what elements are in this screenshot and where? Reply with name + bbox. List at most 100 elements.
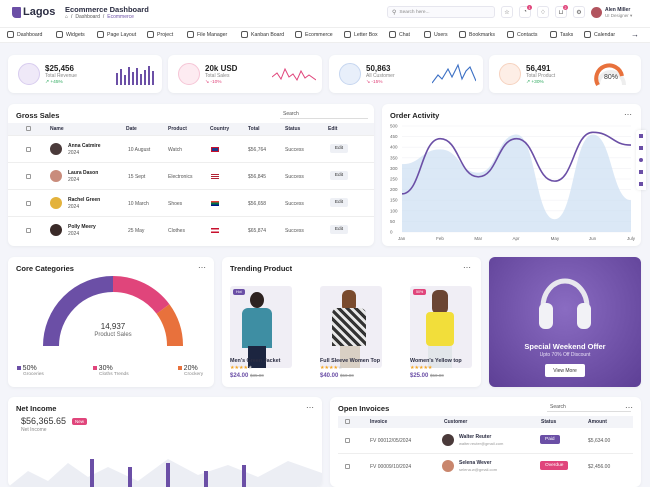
user-role[interactable]: UI Designer ▾ — [605, 13, 632, 19]
kanban-icon — [241, 31, 248, 38]
y-tick-label: 150 — [390, 198, 398, 203]
gauge-label: 80% — [604, 74, 619, 81]
rating-stars: ★★★★★ — [230, 365, 253, 371]
more-options-icon[interactable]: ⋯ — [306, 403, 314, 412]
box-icon — [499, 63, 521, 85]
folder-icon — [187, 31, 194, 38]
avatar — [50, 224, 62, 236]
row-checkbox[interactable] — [26, 147, 31, 152]
edit-button[interactable]: Edit — [330, 144, 348, 153]
y-tick-label: 400 — [390, 145, 398, 150]
x-tick-label: Jun — [589, 236, 597, 241]
net-income-value: $56,365.65 — [21, 416, 67, 426]
avatar — [50, 170, 62, 182]
grid-icon[interactable] — [639, 170, 643, 174]
product-name[interactable]: Women's Yellow top — [410, 358, 462, 364]
list-icon[interactable] — [639, 182, 643, 186]
project-icon — [147, 31, 154, 38]
invoice-search[interactable]: Search — [547, 402, 631, 412]
nav-letter-box[interactable]: Letter Box — [344, 31, 378, 38]
row-checkbox[interactable] — [26, 228, 31, 233]
legend-swatch — [178, 366, 182, 370]
edit-button[interactable]: Edit — [330, 225, 348, 234]
star-icon[interactable]: ☆ — [501, 6, 513, 18]
nav-page-layout[interactable]: Page Layout — [97, 31, 136, 38]
headphones-image — [539, 278, 591, 329]
product-image[interactable] — [230, 286, 292, 368]
more-options-icon[interactable]: ⋯ — [198, 263, 206, 272]
row-checkbox[interactable] — [26, 174, 31, 179]
rating-stars: ★★★★★ — [320, 365, 343, 371]
more-options-icon[interactable]: ⋯ — [463, 263, 471, 272]
nav-kanban[interactable]: Kanban Board — [241, 31, 284, 38]
customize-icon[interactable] — [639, 134, 643, 138]
flag-at-icon — [211, 228, 219, 233]
select-all-checkbox[interactable] — [26, 126, 31, 131]
legend-swatch — [93, 366, 97, 370]
donut-value: 14,937 — [100, 322, 126, 331]
breadcrumb-dashboard[interactable]: Dashboard — [75, 14, 99, 20]
nav-users[interactable]: Users — [424, 31, 448, 38]
y-tick-label: 100 — [390, 208, 398, 213]
layout-icon[interactable] — [639, 146, 643, 150]
gear-icon[interactable]: ⚙ — [573, 6, 585, 18]
top-bar: Lagos Ecommerce Dashboard ⌂ / Dashboard / … — [0, 0, 650, 27]
x-tick-label: July — [627, 236, 636, 241]
edit-button[interactable]: Edit — [330, 198, 348, 207]
nav-widgets[interactable]: Widgets — [56, 31, 85, 38]
y-tick-label: 250 — [390, 177, 398, 182]
rating-stars: ★★★★★ — [410, 365, 433, 371]
flag-za-icon — [211, 201, 219, 206]
home-icon[interactable]: ⌂ — [65, 14, 68, 20]
home-icon — [7, 31, 14, 38]
nav-tasks[interactable]: Tasks — [550, 31, 573, 38]
y-tick-label: 500 — [390, 124, 398, 129]
promo-subtitle: Upto 70% Off Discount — [539, 352, 591, 358]
view-more-button[interactable]: View More — [545, 364, 585, 377]
nav-ecommerce[interactable]: Ecommerce — [295, 31, 333, 38]
chat-icon — [389, 31, 396, 38]
nav-contacts[interactable]: Contacts — [507, 31, 537, 38]
y-tick-label: 350 — [390, 155, 398, 160]
net-income-label: Net Income — [21, 427, 47, 433]
table-row: Laura Dason 2024 15 Sept Electronics $56… — [8, 162, 374, 189]
select-all-checkbox[interactable] — [345, 419, 350, 424]
nav-dashboard[interactable]: Dashboard — [7, 31, 42, 38]
layout-icon — [97, 31, 104, 38]
product-image[interactable] — [320, 286, 382, 368]
row-checkbox[interactable] — [345, 464, 350, 469]
stat-card-customers: 50,863 All Customer ↘ -15% — [329, 55, 483, 93]
product-image[interactable] — [410, 286, 472, 368]
stat-card-products: 56,491 Total Product ↗ +30% 80% — [489, 55, 641, 93]
nav-chat[interactable]: Chat — [389, 31, 410, 38]
cart-icon[interactable]: ⊔ 2 — [555, 5, 568, 18]
product-badge: 50% — [413, 289, 427, 295]
stat-card-sales: 20k USD Total Sales ↘ -10% — [168, 55, 322, 93]
widget-icon — [56, 31, 63, 38]
product-name[interactable]: Full Sleeve Women Top — [320, 358, 380, 364]
row-checkbox[interactable] — [345, 438, 350, 443]
nav-bookmarks[interactable]: Bookmarks — [459, 31, 495, 38]
stat-card-revenue: $25,456 Total Revenue ↗ +45% — [8, 55, 162, 93]
gross-sales-search[interactable]: Search — [280, 109, 368, 119]
avatar[interactable] — [591, 7, 602, 18]
order-activity-card: Order Activity ⋯ 0 50 100 150 200 250 300 350 40… — [382, 104, 641, 246]
color-icon[interactable] — [639, 158, 643, 162]
row-checkbox[interactable] — [26, 201, 31, 206]
arrow-right-icon[interactable]: → — [631, 30, 639, 39]
revenue-bars — [116, 66, 154, 85]
edit-button[interactable]: Edit — [330, 171, 348, 180]
bulb-icon[interactable]: ♢ — [537, 6, 549, 18]
product-price: $24.00 $35.00 — [230, 373, 264, 379]
nav-project[interactable]: Project — [147, 31, 173, 38]
x-tick-label: Mar — [474, 236, 482, 241]
legend-groceries: 50% Groceries — [17, 365, 44, 377]
product-name[interactable]: Men's Green Jacket — [230, 358, 280, 364]
search-input[interactable]: ⚲ Search here... — [387, 6, 495, 18]
net-income-card: Net Income ⋯ $56,365.65 New Net Income — [8, 397, 322, 487]
y-tick-label: 0 — [390, 230, 393, 235]
nav-calendar[interactable]: Calendar — [584, 31, 615, 38]
nav-file-manager[interactable]: File Manager — [187, 31, 227, 38]
logo[interactable]: Lagos — [12, 6, 55, 18]
bell-icon[interactable]: ◔ 1 — [519, 5, 532, 18]
